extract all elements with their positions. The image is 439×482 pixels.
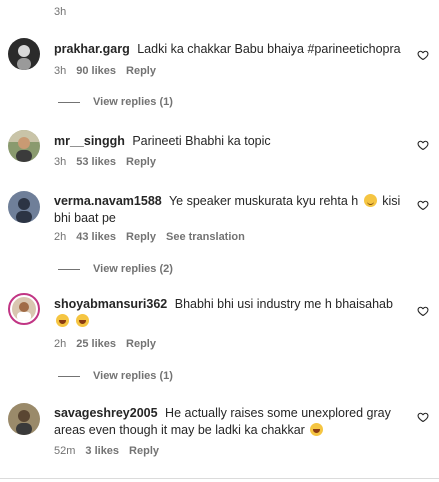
- avatar-image: [12, 297, 36, 321]
- replies-divider: [58, 268, 80, 270]
- view-replies-label: View replies (1): [93, 370, 173, 382]
- comment-meta: 3h 90 likes Reply: [54, 65, 156, 77]
- reply-button[interactable]: Reply: [126, 231, 156, 243]
- comment-meta: 52m 3 likes Reply: [54, 445, 159, 457]
- comment-meta: 2h 43 likes Reply See translation: [54, 231, 245, 243]
- avatar[interactable]: [8, 191, 40, 223]
- comment-time[interactable]: 3h: [54, 65, 66, 77]
- smiling-emoji-icon: [363, 194, 377, 207]
- comment-time[interactable]: 2h: [54, 231, 66, 243]
- comment-meta: 2h 25 likes Reply: [54, 338, 156, 350]
- comment-time[interactable]: 3h: [54, 156, 66, 168]
- like-count[interactable]: 90 likes: [76, 65, 116, 77]
- comment-text: prakhar.garg Ladki ka chakkar Babu bhaiy…: [54, 41, 404, 58]
- heart-outline-icon[interactable]: [417, 305, 429, 317]
- like-count[interactable]: 43 likes: [76, 231, 116, 243]
- like-count[interactable]: 3 likes: [85, 445, 119, 457]
- avatar[interactable]: [8, 403, 40, 435]
- laughing-emoji-icon: [76, 314, 90, 327]
- comment-text: mr__singgh Parineeti Bhabhi ka topic: [54, 133, 404, 150]
- comment-time[interactable]: 2h: [54, 338, 66, 350]
- comment-username[interactable]: mr__singgh: [54, 134, 125, 148]
- heart-outline-icon[interactable]: [417, 411, 429, 423]
- reply-button[interactable]: Reply: [126, 338, 156, 350]
- laughing-emoji-icon: [56, 314, 69, 327]
- comment-time[interactable]: 52m: [54, 445, 75, 457]
- comment-username[interactable]: shoyabmansuri362: [54, 297, 167, 311]
- view-replies-button[interactable]: View replies (1): [58, 370, 173, 382]
- comment-text: verma.navam1588 Ye speaker muskurata kyu…: [54, 193, 404, 227]
- section-divider: [0, 478, 439, 479]
- replies-divider: [58, 101, 80, 103]
- view-replies-label: View replies (2): [93, 263, 173, 275]
- comment-meta: 3h 53 likes Reply: [54, 156, 156, 168]
- avatar[interactable]: [8, 38, 40, 70]
- comment-body: Ladki ka chakkar Babu bhaiya #parineetic…: [137, 42, 401, 56]
- avatar[interactable]: [8, 293, 40, 325]
- comment-username[interactable]: verma.navam1588: [54, 194, 162, 208]
- laughing-emoji-icon: [310, 423, 324, 436]
- reply-button[interactable]: Reply: [126, 156, 156, 168]
- comment-body: Parineeti Bhabhi ka topic: [132, 134, 271, 148]
- heart-outline-icon[interactable]: [417, 139, 429, 151]
- like-count[interactable]: 25 likes: [76, 338, 116, 350]
- replies-divider: [58, 375, 80, 377]
- comment-username[interactable]: savageshrey2005: [54, 406, 158, 420]
- see-translation-button[interactable]: See translation: [166, 231, 245, 243]
- view-replies-button[interactable]: View replies (2): [58, 263, 173, 275]
- comment-body: Bhabhi bhi usi industry me h bhaisahab: [174, 297, 393, 311]
- top-timestamp: 3h: [54, 6, 67, 18]
- comment-text: savageshrey2005 He actually raises some …: [54, 405, 404, 439]
- view-replies-label: View replies (1): [93, 96, 173, 108]
- reply-button[interactable]: Reply: [126, 65, 156, 77]
- reply-button[interactable]: Reply: [129, 445, 159, 457]
- heart-outline-icon[interactable]: [417, 199, 429, 211]
- comment-text: shoyabmansuri362 Bhabhi bhi usi industry…: [54, 296, 404, 330]
- like-count[interactable]: 53 likes: [76, 156, 116, 168]
- comment-username[interactable]: prakhar.garg: [54, 42, 130, 56]
- comment-body: Ye speaker muskurata kyu rehta h: [168, 194, 359, 208]
- avatar[interactable]: [8, 130, 40, 162]
- view-replies-button[interactable]: View replies (1): [58, 96, 173, 108]
- heart-outline-icon[interactable]: [417, 49, 429, 61]
